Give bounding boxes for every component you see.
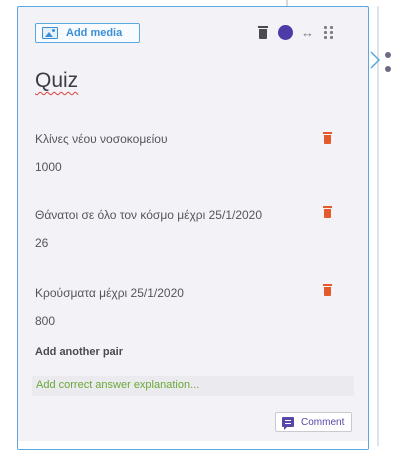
comment-label: Comment — [301, 416, 345, 428]
pair-answer[interactable]: 1000 — [35, 160, 355, 174]
resize-horizontal-icon[interactable]: ↔ — [301, 26, 314, 39]
delete-pair-icon[interactable] — [323, 284, 332, 296]
comment-icon — [282, 417, 294, 430]
trash-icon[interactable] — [258, 26, 268, 39]
toolbar-actions: ↔ — [258, 25, 334, 40]
delete-pair-icon[interactable] — [323, 132, 332, 144]
pair-answer[interactable]: 800 — [35, 314, 355, 328]
pair-answer[interactable]: 26 — [35, 236, 355, 250]
pair-question[interactable]: Κλίνες νέου νοσοκομείου — [35, 132, 355, 146]
connector-arrow-icon — [370, 51, 381, 69]
add-pair-button[interactable]: Add another pair — [35, 346, 123, 358]
connector-handle[interactable] — [370, 40, 400, 80]
color-dot-icon[interactable] — [278, 25, 293, 40]
delete-pair-icon[interactable] — [323, 206, 332, 218]
connector-dot-icon — [385, 66, 391, 72]
card-bottom — [18, 441, 368, 449]
add-media-button[interactable]: Add media — [35, 23, 140, 43]
connector-dot-icon — [385, 52, 391, 58]
drag-handle-icon[interactable] — [324, 25, 334, 40]
pair-question[interactable]: Κρούσματα μέχρι 25/1/2020 — [35, 286, 355, 300]
quiz-card: Add media ↔ Quiz Κλίνες νέου νοσοκομείου… — [17, 6, 369, 450]
pair-item: Κλίνες νέου νοσοκομείου 1000 — [35, 132, 355, 174]
quiz-editor: Add media ↔ Quiz Κλίνες νέου νοσοκομείου… — [0, 0, 402, 452]
pair-item: Κρούσματα μέχρι 25/1/2020 800 — [35, 286, 355, 328]
add-media-label: Add media — [66, 27, 123, 39]
pair-item: Θάνατοι σε όλο τον κόσμο μέχρι 25/1/2020… — [35, 208, 355, 250]
pair-question[interactable]: Θάνατοι σε όλο τον κόσμο μέχρι 25/1/2020 — [35, 208, 355, 222]
card-toolbar: Add media ↔ — [18, 15, 368, 51]
comment-button[interactable]: Comment — [275, 412, 352, 432]
image-icon — [42, 27, 58, 39]
quiz-title[interactable]: Quiz — [35, 69, 78, 93]
explanation-input[interactable]: Add correct answer explanation... — [32, 376, 354, 396]
